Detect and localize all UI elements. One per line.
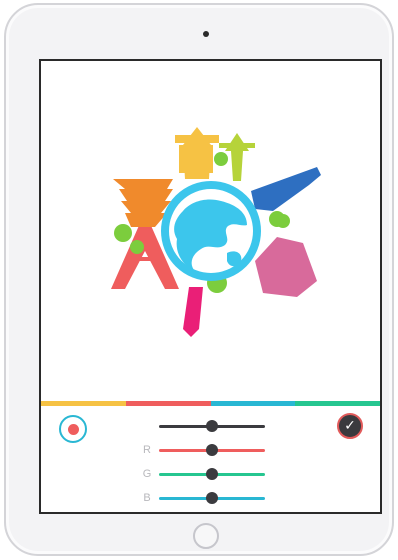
- tree-shape-1: [114, 224, 132, 242]
- slider-label: B: [143, 492, 151, 504]
- slider-brightness[interactable]: [133, 419, 283, 433]
- slider-label: R: [143, 444, 151, 456]
- color-palette-strip[interactable]: [41, 401, 380, 406]
- slider-thumb[interactable]: [206, 420, 218, 432]
- coloring-artwork[interactable]: [41, 61, 380, 401]
- camera-icon: [203, 31, 209, 37]
- parthenon-column-3: [207, 145, 213, 173]
- tree-shape-2: [130, 240, 144, 254]
- slider-thumb[interactable]: [206, 444, 218, 456]
- app-screen: ✓ RGB: [39, 59, 382, 514]
- checkmark-icon: ✓: [344, 418, 356, 434]
- parthenon-column-2: [193, 145, 199, 173]
- reset-color-button[interactable]: [59, 415, 87, 443]
- tree-shape-6: [214, 152, 228, 166]
- parthenon-column-1: [179, 145, 185, 173]
- palette-swatch[interactable]: [41, 401, 126, 406]
- color-reset-icon: [67, 423, 79, 435]
- confirm-button[interactable]: ✓: [337, 413, 363, 439]
- slider-label: G: [142, 468, 152, 480]
- parthenon-roof: [175, 135, 219, 143]
- slider-thumb[interactable]: [206, 492, 218, 504]
- statue-arms: [219, 143, 255, 148]
- slider-thumb[interactable]: [206, 468, 218, 480]
- slider-red[interactable]: R: [133, 443, 283, 457]
- pencil-shape: [183, 287, 203, 337]
- taj-mahal-shape: [255, 237, 317, 297]
- eiffel-tower-deck: [127, 257, 163, 261]
- statue-shape: [225, 133, 249, 181]
- palette-swatch[interactable]: [210, 401, 296, 406]
- home-button[interactable]: [193, 523, 219, 549]
- tree-shape-4: [276, 214, 290, 228]
- palette-swatch[interactable]: [125, 401, 211, 406]
- slider-blue[interactable]: B: [133, 491, 283, 505]
- palette-swatch[interactable]: [295, 401, 380, 406]
- liberty-shape: [251, 167, 321, 211]
- tablet-frame: ✓ RGB: [4, 3, 394, 556]
- slider-green[interactable]: G: [133, 467, 283, 481]
